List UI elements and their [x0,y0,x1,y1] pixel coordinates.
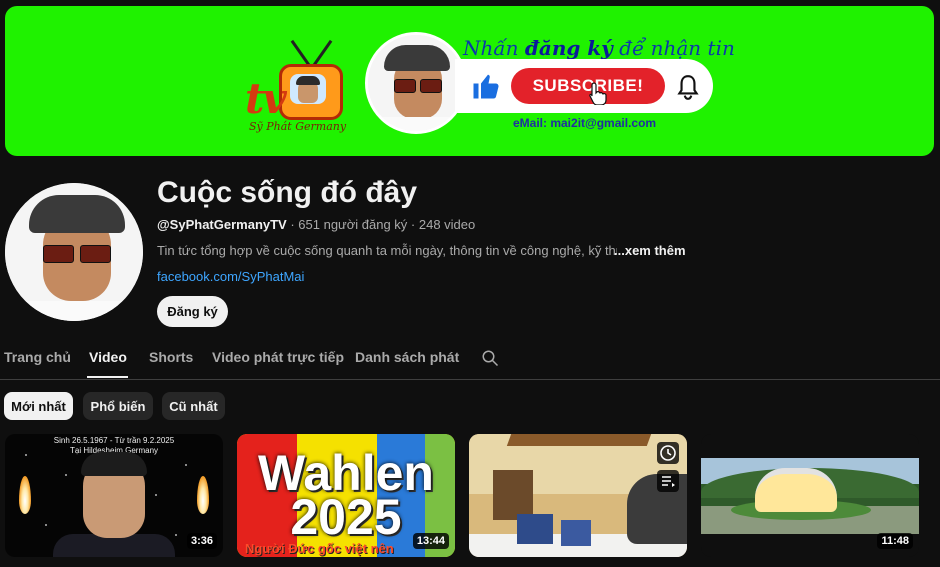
headline-suffix: để nhận tin [612,36,735,60]
channel-avatar[interactable] [5,183,143,321]
tv-logo: tv Sỹ Phát Germany [237,36,349,136]
channel-meta: @SyPhatGermanyTV · 651 người đăng ký · 2… [157,217,475,232]
banner-subscribe-pill: SUBSCRIBE! [455,59,713,113]
channel-handle: @SyPhatGermanyTV [157,217,287,232]
avatar-cap [29,195,125,233]
antenna-left [290,39,311,67]
video-thumbnail-2[interactable]: Wahlen 2025 Người Đức gốc việt nên 13:44 [237,434,455,557]
tab-home[interactable]: Trang chủ [4,349,71,365]
antenna-right [312,39,333,67]
channel-description[interactable]: Tin tức tổng hợp về cuộc sống quanh ta m… [157,243,617,258]
video-duration: 13:44 [412,533,449,549]
channel-external-link[interactable]: facebook.com/SyPhatMai [157,269,304,284]
active-tab-underline [87,376,128,378]
chip-popular[interactable]: Phổ biến [83,392,153,420]
video-thumbnail-3[interactable] [469,434,687,557]
chip-newest[interactable]: Mới nhất [4,392,73,420]
portrait-hair [81,452,147,476]
avatar-glasses [394,79,442,93]
hand-cursor-icon [589,82,607,105]
tab-live[interactable]: Video phát trực tiếp [212,349,344,365]
tab-video[interactable]: Video [89,349,127,365]
headline-prefix: Nhấn [463,36,525,60]
channel-tabs: Trang chủ Video Shorts Video phát trực t… [0,341,940,380]
avatar-shirt [5,301,143,321]
banner-avatar [365,32,467,134]
avatar-shirt [368,117,464,131]
thumb-stage [755,468,837,512]
tv-screen [290,74,326,104]
mini-cap [296,76,320,85]
bell-icon [677,75,699,100]
tab-shorts[interactable]: Shorts [149,349,193,365]
thumb-shelf [493,470,533,520]
avatar-glasses [43,245,111,263]
tab-playlists[interactable]: Danh sách phát [355,349,459,365]
video-duration: 3:36 [186,533,217,549]
tv-box [279,64,343,120]
channel-title: Cuộc sống đó đây [157,176,418,209]
thumb-chair [517,514,553,544]
thumb-chair [561,520,591,546]
channel-banner: tv Sỹ Phát Germany Nhấn đăng ký để nhận … [5,6,934,156]
thumbs-up-icon [473,74,499,99]
logo-caption: Sỹ Phát Germany [249,120,347,133]
logo-text: tv [245,74,287,123]
thumb-beam [506,434,652,446]
chip-oldest[interactable]: Cũ nhất [162,392,225,420]
video-thumbnail-4[interactable]: 11:48 [701,434,919,557]
candle-left [19,476,31,536]
headline-bold: đăng ký [524,36,613,60]
avatar-cap [384,45,450,71]
banner-headline: Nhấn đăng ký để nhận tin [463,36,735,60]
candle-right [197,476,209,536]
subscribe-button[interactable]: Đăng ký [157,296,228,327]
memorial-caption-1: Sinh 26.5.1967 - Từ trần 9.2.2025 [53,436,175,445]
banner-email: eMail: mai2it@gmail.com [513,116,657,130]
video-thumbnail-1[interactable]: Sinh 26.5.1967 - Từ trần 9.2.2025 Tại Hi… [5,434,223,557]
video-duration: 11:48 [877,533,913,549]
more-link[interactable]: ...xem thêm [614,243,686,258]
search-icon[interactable] [481,349,499,367]
thumb-subtitle: Người Đức gốc việt nên [245,541,394,556]
queue-icon[interactable] [657,470,679,492]
clock-icon[interactable] [657,442,679,464]
channel-stats: · 651 người đăng ký · 248 video [286,217,476,232]
